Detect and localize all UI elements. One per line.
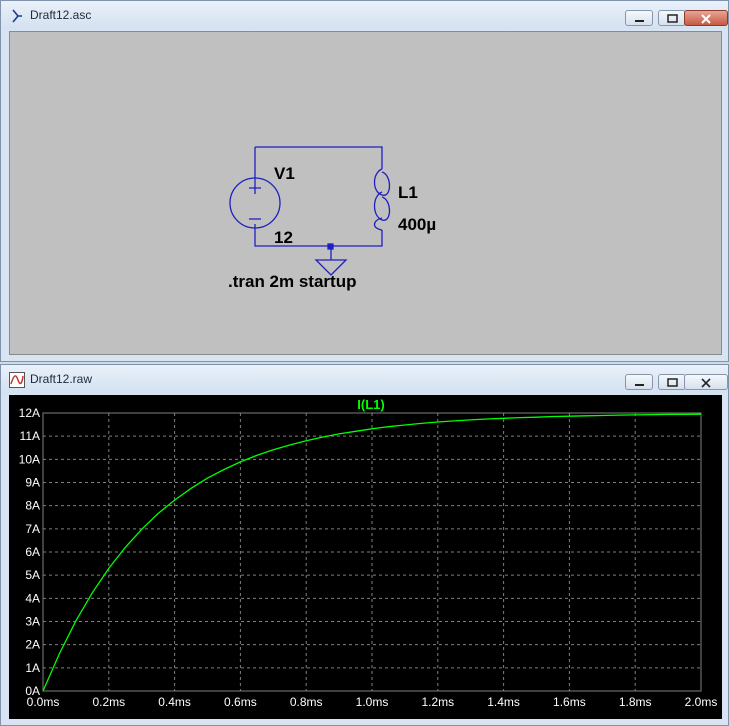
schematic-titlebar[interactable]: Draft12.asc bbox=[1, 1, 728, 29]
schematic-canvas[interactable]: V1 12 L1 400µ .tran 2m startup bbox=[9, 31, 722, 355]
voltage-source-symbol[interactable] bbox=[229, 177, 281, 229]
maximize-button[interactable] bbox=[658, 10, 686, 26]
minimize-button[interactable] bbox=[625, 374, 653, 390]
minimize-icon bbox=[635, 20, 644, 22]
x-tick-label: 1.4ms bbox=[487, 695, 520, 709]
y-tick-label: 8A bbox=[25, 499, 40, 513]
close-icon bbox=[701, 14, 711, 24]
y-tick-label: 7A bbox=[25, 522, 40, 536]
y-tick-label: 4A bbox=[25, 591, 40, 605]
y-tick-label: 12A bbox=[19, 406, 40, 420]
ground-symbol[interactable] bbox=[314, 243, 348, 276]
y-tick-label: 3A bbox=[25, 615, 40, 629]
inductor-value-label: 400µ bbox=[398, 215, 436, 234]
schematic-window: Draft12.asc V1 12 L1 400µ .tran 2m start… bbox=[0, 0, 729, 362]
ltspice-schematic-icon bbox=[12, 9, 22, 23]
y-tick-label: 10A bbox=[19, 452, 40, 466]
window-title: Draft12.raw bbox=[30, 372, 93, 386]
plot-window: Draft12.raw 0.0ms 0.2ms 0.4ms 0.6ms 0.8ms 1.0… bbox=[0, 364, 729, 726]
schematic-drawing: V1 12 L1 400µ .tran 2m startup bbox=[228, 146, 436, 291]
y-tick-label: 5A bbox=[25, 568, 40, 582]
inductor-name-label: L1 bbox=[398, 183, 418, 202]
y-tick-label: 1A bbox=[25, 661, 40, 675]
source-name-label: V1 bbox=[274, 164, 295, 183]
y-tick-label: 2A bbox=[25, 638, 40, 652]
x-tick-label: 2.0ms bbox=[685, 695, 718, 709]
close-button[interactable] bbox=[684, 374, 728, 390]
trace-label-I(L1)[interactable]: I(L1) bbox=[357, 397, 384, 412]
x-tick-label: 0.4ms bbox=[158, 695, 191, 709]
close-button[interactable] bbox=[684, 10, 728, 26]
x-tick-label: 1.6ms bbox=[553, 695, 586, 709]
spice-directive[interactable]: .tran 2m startup bbox=[228, 272, 356, 291]
plot-titlebar[interactable]: Draft12.raw bbox=[1, 365, 728, 393]
y-tick-label: 11A bbox=[20, 429, 40, 443]
y-tick-label: 0A bbox=[25, 684, 40, 698]
x-tick-label: 0.8ms bbox=[290, 695, 323, 709]
x-tick-label: 1.8ms bbox=[619, 695, 652, 709]
x-tick-label: 0.6ms bbox=[224, 695, 257, 709]
y-tick-label: 6A bbox=[25, 545, 40, 559]
minimize-button[interactable] bbox=[625, 10, 653, 26]
waveform-icon bbox=[9, 372, 25, 388]
window-title: Draft12.asc bbox=[30, 8, 92, 22]
y-tick-label: 9A bbox=[25, 476, 40, 490]
maximize-button[interactable] bbox=[658, 374, 686, 390]
inductor-symbol[interactable] bbox=[373, 168, 391, 231]
x-tick-label: 0.2ms bbox=[92, 695, 125, 709]
close-icon bbox=[701, 378, 711, 388]
x-tick-label: 1.2ms bbox=[421, 695, 454, 709]
waveform-plot-area[interactable]: 0.0ms 0.2ms 0.4ms 0.6ms 0.8ms 1.0ms 1.2ms 1.4ms… bbox=[9, 395, 722, 719]
waveform-chart: 0.0ms 0.2ms 0.4ms 0.6ms 0.8ms 1.0ms 1.2ms 1.4ms… bbox=[19, 397, 718, 709]
source-value-label: 12 bbox=[274, 228, 293, 247]
maximize-icon bbox=[667, 378, 678, 387]
x-tick-label: 1.0ms bbox=[356, 695, 389, 709]
minimize-icon bbox=[635, 384, 644, 386]
maximize-icon bbox=[667, 14, 678, 23]
